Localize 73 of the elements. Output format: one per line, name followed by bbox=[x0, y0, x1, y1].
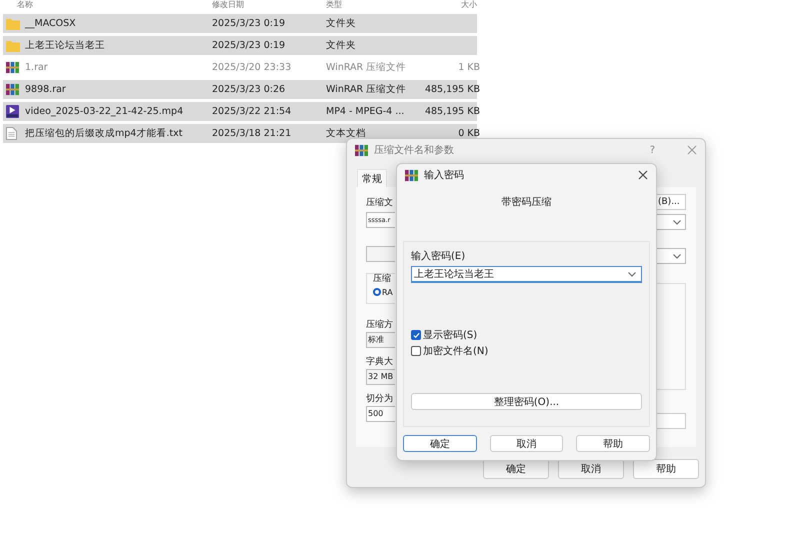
file-type: 文件夹 bbox=[326, 39, 357, 52]
file-size: 485,195 KB bbox=[424, 84, 480, 95]
file-size: 1 KB bbox=[457, 62, 480, 73]
file-name: 把压缩包的后缀改成mp4才能看.txt bbox=[25, 127, 184, 140]
group-label: 压缩 bbox=[373, 273, 392, 285]
modified-date: 2025/3/18 21:21 bbox=[212, 128, 292, 139]
books-icon bbox=[355, 144, 368, 156]
check-icon bbox=[412, 332, 420, 338]
file-row[interactable]: 把压缩包的后缀改成mp4才能看.txt 2025/3/18 21:21 文本文档 0 KB bbox=[3, 124, 477, 143]
window-title: 输入密码 bbox=[424, 168, 465, 182]
file-row[interactable]: 9898.rar 2025/3/23 0:26 WinRAR 压缩文件 485,195 KB bbox=[3, 80, 477, 99]
checkbox-option[interactable]: 显示密码(S) bbox=[411, 329, 642, 341]
file-type: 文件夹 bbox=[326, 17, 357, 30]
books-icon bbox=[6, 83, 19, 96]
file-name: video_2025-03-22_21-42-25.mp4 bbox=[25, 106, 184, 117]
caret-icon bbox=[628, 272, 636, 276]
modified-date: 2025/3/23 0:19 bbox=[212, 18, 286, 29]
caret-icon bbox=[673, 220, 681, 224]
file-row[interactable]: __MACOSX 2025/3/23 0:19 文件夹 bbox=[3, 14, 477, 33]
dialog-button[interactable]: 取消 bbox=[490, 435, 564, 452]
field-label: 压缩文 bbox=[366, 197, 394, 209]
file-size: 0 KB bbox=[457, 128, 480, 139]
tab[interactable]: 常规 bbox=[357, 169, 387, 187]
field-label: 输入密码(E) bbox=[411, 251, 466, 263]
password-field[interactable]: 上老王论坛当老王 bbox=[411, 266, 642, 283]
dialog-heading: 带密码压缩 bbox=[500, 196, 552, 210]
browse-button[interactable]: (B)... bbox=[656, 194, 686, 210]
close-icon[interactable] bbox=[638, 170, 648, 180]
dialog-button[interactable]: 确定 bbox=[483, 459, 549, 479]
file-row[interactable]: video_2025-03-22_21-42-25.mp4 2025/3/22 21:54 MP4 - MPEG-4 ... 485,195 KB bbox=[3, 102, 477, 121]
organize-passwords-button[interactable]: 整理密码(O)... bbox=[411, 393, 642, 410]
method-dropdown[interactable]: 标准 bbox=[366, 332, 395, 348]
folder-icon bbox=[6, 40, 20, 52]
text-field[interactable] bbox=[656, 413, 686, 429]
file-name: 1.rar bbox=[25, 62, 49, 73]
file-type: WinRAR 压缩文件 bbox=[326, 83, 408, 96]
dictionary-dropdown[interactable]: 32 MB bbox=[366, 369, 395, 385]
dialog-button[interactable]: 取消 bbox=[558, 459, 624, 479]
document-icon bbox=[6, 127, 17, 140]
file-type: MP4 - MPEG-4 ... bbox=[326, 106, 406, 117]
file-row[interactable]: 上老王论坛当老王 2025/3/23 0:19 文件夹 bbox=[3, 36, 477, 55]
file-size: 485,195 KB bbox=[424, 106, 480, 117]
checkbox-option[interactable]: 加密文件名(N) bbox=[411, 345, 642, 357]
books-icon bbox=[405, 168, 418, 182]
modified-date: 2025/3/23 0:19 bbox=[212, 40, 286, 51]
books-icon bbox=[6, 61, 19, 74]
video-file-icon bbox=[6, 105, 19, 118]
file-name: 上老王论坛当老王 bbox=[25, 39, 106, 52]
file-name: 9898.rar bbox=[25, 84, 67, 95]
folder-icon bbox=[6, 18, 20, 30]
radio-button[interactable]: RA bbox=[373, 285, 395, 299]
dropdown[interactable] bbox=[656, 214, 686, 230]
modified-date: 2025/3/23 0:26 bbox=[212, 84, 286, 95]
file-type: 文本文档 bbox=[326, 127, 367, 140]
file-row[interactable]: 1.rar 2025/3/20 23:33 WinRAR 压缩文件 1 KB bbox=[3, 58, 477, 77]
modified-date: 2025/3/20 23:33 bbox=[212, 62, 292, 73]
dropdown[interactable] bbox=[656, 248, 686, 264]
field-label: 压缩方 bbox=[366, 319, 394, 331]
split-size-field[interactable]: 500 bbox=[366, 406, 395, 422]
field-label: 字典大 bbox=[366, 356, 394, 368]
dialog-button[interactable]: 确定 bbox=[403, 435, 477, 452]
dialog-button[interactable]: 帮助 bbox=[633, 459, 699, 479]
column-header[interactable]: 大小 bbox=[420, 0, 477, 9]
column-header[interactable]: 名称 bbox=[17, 0, 212, 9]
column-header[interactable]: 修改日期 bbox=[212, 0, 326, 9]
column-header[interactable]: 类型 bbox=[326, 0, 420, 9]
window-title: 压缩文件名和参数 bbox=[374, 144, 455, 157]
modified-date: 2025/3/22 21:54 bbox=[212, 106, 292, 117]
dialog-button[interactable]: 帮助 bbox=[576, 435, 650, 452]
field-label: 切分为 bbox=[366, 393, 394, 405]
caret-icon bbox=[673, 254, 681, 258]
file-type: WinRAR 压缩文件 bbox=[326, 61, 408, 74]
file-name: __MACOSX bbox=[25, 18, 77, 29]
